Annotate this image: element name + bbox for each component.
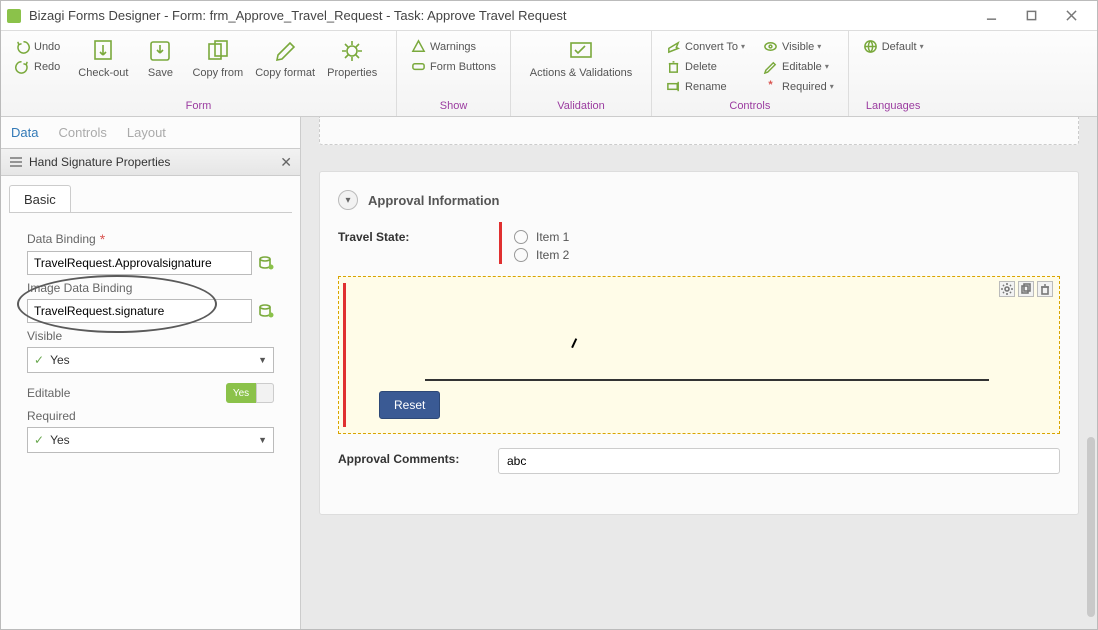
editable-label: Editable bbox=[27, 386, 70, 400]
left-panel: Data Controls Layout Hand Signature Prop… bbox=[1, 117, 301, 629]
editable-toggle[interactable]: Yes bbox=[226, 383, 274, 403]
visible-label: Visible bbox=[27, 329, 274, 343]
reset-button[interactable]: Reset bbox=[379, 391, 440, 419]
formbuttons-button[interactable]: Form Buttons bbox=[407, 57, 500, 76]
database-icon[interactable] bbox=[258, 303, 274, 319]
check-icon: ✓ bbox=[34, 433, 44, 447]
scrollbar-vertical[interactable] bbox=[1087, 437, 1095, 617]
image-binding-input[interactable] bbox=[27, 299, 252, 323]
asterisk-icon: * bbox=[100, 231, 105, 247]
radio-item-2[interactable]: Item 2 bbox=[514, 248, 1060, 262]
form-canvas: ▾ Approval Information Travel State: Ite… bbox=[301, 117, 1097, 629]
app-icon bbox=[7, 9, 21, 23]
redo-button[interactable]: Redo bbox=[11, 57, 64, 76]
data-binding-label: Data Binding* bbox=[27, 231, 274, 247]
close-button[interactable] bbox=[1051, 2, 1091, 30]
signature-box[interactable]: Reset bbox=[338, 276, 1060, 434]
chevron-down-icon: ▾ bbox=[741, 42, 745, 51]
list-icon bbox=[9, 156, 23, 168]
default-lang-button[interactable]: Default▾ bbox=[859, 37, 928, 56]
checkout-button[interactable]: Check-out bbox=[72, 35, 134, 81]
maximize-button[interactable] bbox=[1011, 2, 1051, 30]
copyfrom-button[interactable]: Copy from bbox=[186, 35, 249, 81]
section-title: Approval Information bbox=[368, 193, 499, 208]
group-label-languages: Languages bbox=[849, 98, 938, 116]
tab-layout[interactable]: Layout bbox=[117, 117, 176, 148]
editable-button[interactable]: Editable▾ bbox=[759, 57, 838, 76]
window-title: Bizagi Forms Designer - Form: frm_Approv… bbox=[29, 8, 971, 23]
convert-button[interactable]: Convert To▾ bbox=[662, 37, 749, 56]
group-label-validation: Validation bbox=[511, 98, 651, 116]
titlebar: Bizagi Forms Designer - Form: frm_Approv… bbox=[1, 1, 1097, 31]
property-panel-header: Hand Signature Properties ✕ bbox=[1, 149, 300, 176]
subtab-basic[interactable]: Basic bbox=[9, 185, 71, 213]
image-binding-label: Image Data Binding bbox=[27, 281, 274, 295]
chevron-down-icon: ▾ bbox=[817, 42, 821, 51]
radio-item-1[interactable]: Item 1 bbox=[514, 230, 1060, 244]
undo-label: Undo bbox=[34, 41, 60, 53]
data-binding-input[interactable] bbox=[27, 251, 252, 275]
actions-validations-button[interactable]: Actions & Validations bbox=[521, 35, 641, 81]
redo-label: Redo bbox=[34, 61, 60, 73]
check-icon: ✓ bbox=[34, 353, 44, 367]
undo-button[interactable]: Undo bbox=[11, 37, 64, 56]
delete-button[interactable]: Delete bbox=[662, 57, 749, 76]
asterisk-icon: * bbox=[763, 79, 778, 94]
visible-button[interactable]: Visible▾ bbox=[759, 37, 838, 56]
required-combo[interactable]: ✓Yes ▼ bbox=[27, 427, 274, 453]
required-button[interactable]: *Required▾ bbox=[759, 77, 838, 96]
comments-label: Approval Comments: bbox=[338, 448, 498, 466]
copyformat-button[interactable]: Copy format bbox=[249, 35, 321, 81]
chevron-down-icon: ▼ bbox=[258, 355, 267, 365]
tab-data[interactable]: Data bbox=[1, 117, 48, 148]
chevron-down-icon: ▾ bbox=[920, 42, 924, 51]
property-panel-title: Hand Signature Properties bbox=[29, 155, 170, 169]
rename-button[interactable]: Rename bbox=[662, 77, 749, 96]
comments-input[interactable] bbox=[498, 448, 1060, 474]
visible-combo[interactable]: ✓Yes ▼ bbox=[27, 347, 274, 373]
save-button[interactable]: Save bbox=[134, 35, 186, 81]
travel-state-label: Travel State: bbox=[338, 226, 498, 244]
group-label-form: Form bbox=[1, 98, 396, 116]
form-preview: ▾ Approval Information Travel State: Ite… bbox=[319, 171, 1079, 515]
radio-icon bbox=[514, 248, 528, 262]
group-label-show: Show bbox=[397, 98, 510, 116]
tab-controls[interactable]: Controls bbox=[48, 117, 116, 148]
signature-stroke bbox=[571, 338, 581, 350]
required-label: Required bbox=[27, 409, 274, 423]
warnings-button[interactable]: Warnings bbox=[407, 37, 500, 56]
ribbon: Undo Redo Check-out Save Copy from Copy … bbox=[1, 31, 1097, 117]
minimize-button[interactable] bbox=[971, 2, 1011, 30]
property-tabs: Data Controls Layout bbox=[1, 117, 300, 149]
properties-button[interactable]: Properties bbox=[321, 35, 383, 81]
collapse-section-button[interactable]: ▾ bbox=[338, 190, 358, 210]
chevron-down-icon: ▾ bbox=[830, 82, 834, 91]
close-panel-button[interactable]: ✕ bbox=[280, 154, 292, 171]
chevron-down-icon: ▼ bbox=[258, 435, 267, 445]
radio-icon bbox=[514, 230, 528, 244]
chevron-down-icon: ▾ bbox=[825, 62, 829, 71]
signature-line bbox=[425, 379, 989, 381]
database-icon[interactable] bbox=[258, 255, 274, 271]
group-label-controls: Controls bbox=[652, 98, 848, 116]
